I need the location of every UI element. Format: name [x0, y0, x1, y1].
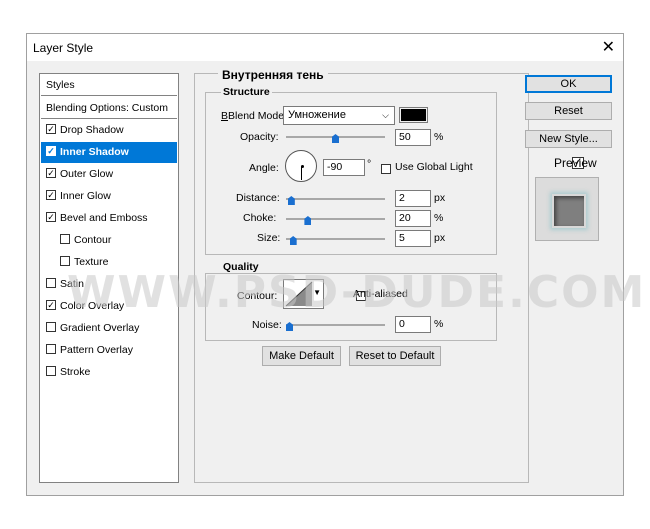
- sidebar-item-outer-glow[interactable]: ✓ Outer Glow: [41, 164, 177, 185]
- stroke-checkbox[interactable]: [46, 366, 56, 377]
- ok-button[interactable]: OK: [525, 75, 612, 93]
- satin-checkbox[interactable]: [46, 278, 56, 289]
- opacity-label: Opacity:: [240, 131, 279, 143]
- distance-unit: px: [434, 192, 446, 204]
- window-title: Layer Style: [33, 41, 94, 55]
- sidebar-item-gradient-overlay[interactable]: Gradient Overlay: [41, 318, 177, 339]
- sidebar-item-styles[interactable]: Styles: [41, 75, 177, 96]
- sidebar-item-pattern-overlay[interactable]: Pattern Overlay: [41, 340, 177, 361]
- make-default-button[interactable]: Make Default: [262, 346, 341, 366]
- contour-checkbox[interactable]: [60, 234, 70, 245]
- structure-title: Structure: [221, 86, 272, 98]
- use-global-light-checkbox[interactable]: [381, 164, 391, 175]
- drop-shadow-checkbox[interactable]: ✓: [46, 124, 56, 135]
- sidebar-item-blending-options[interactable]: Blending Options: Custom: [41, 98, 177, 119]
- reset-button[interactable]: Reset: [525, 102, 612, 120]
- distance-label: Distance:: [236, 192, 280, 204]
- sidebar-item-drop-shadow[interactable]: ✓ Drop Shadow: [41, 120, 177, 141]
- close-icon[interactable]: ✕: [602, 37, 615, 57]
- angle-dial[interactable]: [285, 150, 317, 182]
- opacity-unit: %: [434, 131, 444, 143]
- panel-heading: Внутренняя тень: [218, 68, 328, 82]
- noise-slider-track[interactable]: [286, 324, 385, 326]
- color-overlay-checkbox[interactable]: ✓: [46, 300, 56, 311]
- sidebar-item-inner-glow[interactable]: ✓ Inner Glow: [41, 186, 177, 207]
- noise-label: Noise:: [252, 319, 282, 331]
- style-preview-thumbnail: [535, 177, 599, 241]
- sidebar-item-bevel-emboss[interactable]: ✓ Bevel and Emboss: [41, 208, 177, 229]
- reset-to-default-button[interactable]: Reset to Default: [349, 346, 441, 366]
- size-unit: px: [434, 232, 446, 244]
- angle-label: Angle:: [249, 162, 279, 174]
- bevel-emboss-checkbox[interactable]: ✓: [46, 212, 56, 223]
- choke-unit: %: [434, 212, 444, 224]
- inner-shadow-checkbox[interactable]: ✓: [46, 146, 56, 157]
- opacity-input[interactable]: 50: [395, 129, 431, 146]
- sidebar-item-stroke[interactable]: Stroke: [41, 362, 177, 383]
- use-global-light-label: Use Global Light: [395, 161, 473, 173]
- sidebar-item-inner-shadow[interactable]: ✓ Inner Shadow: [41, 142, 177, 163]
- pattern-overlay-checkbox[interactable]: [46, 344, 56, 355]
- blend-color-swatch[interactable]: [399, 107, 428, 123]
- gradient-overlay-checkbox[interactable]: [46, 322, 56, 333]
- new-style-button[interactable]: New Style...: [525, 130, 612, 148]
- preview-swatch: [552, 194, 586, 228]
- outer-glow-checkbox[interactable]: ✓: [46, 168, 56, 179]
- size-label: Size:: [257, 232, 281, 244]
- choke-slider-track[interactable]: [286, 218, 385, 220]
- layer-style-dialog: Layer Style ✕ Styles Blending Options: C…: [26, 33, 644, 496]
- angle-unit: °: [367, 158, 372, 170]
- inner-glow-checkbox[interactable]: ✓: [46, 190, 56, 201]
- blend-mode-label: BBlend Mode:: [221, 110, 287, 122]
- size-input[interactable]: 5: [395, 230, 431, 247]
- size-slider-track[interactable]: [286, 238, 385, 240]
- texture-checkbox[interactable]: [60, 256, 70, 267]
- noise-unit: %: [434, 318, 444, 330]
- watermark: WWW.PSD-DUDE.COM: [67, 267, 647, 318]
- chevron-down-icon: ⌵: [382, 110, 389, 120]
- title-bar: Layer Style ✕: [27, 34, 623, 61]
- choke-label: Choke:: [243, 212, 277, 224]
- angle-input[interactable]: -90: [323, 159, 365, 176]
- blend-mode-select[interactable]: Умножение ⌵: [283, 106, 395, 125]
- noise-input[interactable]: 0: [395, 316, 431, 333]
- angle-needle: [301, 166, 302, 180]
- preview-label: Preview: [554, 156, 597, 170]
- distance-input[interactable]: 2: [395, 190, 431, 207]
- sidebar-item-contour[interactable]: Contour: [41, 230, 177, 251]
- distance-slider-track[interactable]: [286, 198, 385, 200]
- choke-input[interactable]: 20: [395, 210, 431, 227]
